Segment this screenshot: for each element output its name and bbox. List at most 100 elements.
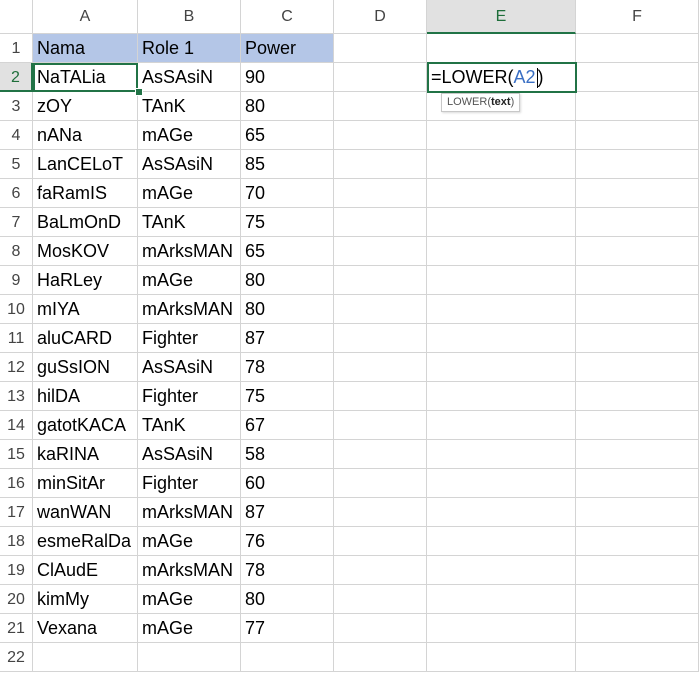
row-header-21[interactable]: 21 (0, 614, 33, 643)
cell-E13[interactable] (427, 382, 576, 411)
cell-F5[interactable] (576, 150, 699, 179)
cell-C4[interactable]: 65 (241, 121, 334, 150)
cell-B7[interactable]: TAnK (138, 208, 241, 237)
cell-E20[interactable] (427, 585, 576, 614)
cell-B19[interactable]: mArksMAN (138, 556, 241, 585)
row-header-5[interactable]: 5 (0, 150, 33, 179)
cell-B9[interactable]: mAGe (138, 266, 241, 295)
cell-A12[interactable]: guSsION (33, 353, 138, 382)
column-header-c[interactable]: C (241, 0, 334, 34)
cell-A2[interactable]: NaTALia (33, 63, 138, 92)
cell-D13[interactable] (334, 382, 427, 411)
cell-B8[interactable]: mArksMAN (138, 237, 241, 266)
cell-F10[interactable] (576, 295, 699, 324)
cell-C5[interactable]: 85 (241, 150, 334, 179)
cell-C10[interactable]: 80 (241, 295, 334, 324)
cell-B17[interactable]: mArksMAN (138, 498, 241, 527)
cell-E14[interactable] (427, 411, 576, 440)
column-header-f[interactable]: F (576, 0, 699, 34)
cell-B6[interactable]: mAGe (138, 179, 241, 208)
cell-D12[interactable] (334, 353, 427, 382)
cell-C12[interactable]: 78 (241, 353, 334, 382)
column-header-a[interactable]: A (33, 0, 138, 34)
cell-D10[interactable] (334, 295, 427, 324)
row-header-1[interactable]: 1 (0, 34, 33, 63)
cell-B2[interactable]: AsSAsiN (138, 63, 241, 92)
cell-C22[interactable] (241, 643, 334, 672)
cell-A9[interactable]: HaRLey (33, 266, 138, 295)
cell-D8[interactable] (334, 237, 427, 266)
cell-D1[interactable] (334, 34, 427, 63)
cell-E2-formula-editor[interactable]: =LOWER(A2) (427, 62, 577, 93)
cell-C20[interactable]: 80 (241, 585, 334, 614)
cell-C15[interactable]: 58 (241, 440, 334, 469)
cell-D11[interactable] (334, 324, 427, 353)
row-header-7[interactable]: 7 (0, 208, 33, 237)
cell-A11[interactable]: aluCARD (33, 324, 138, 353)
cell-E5[interactable] (427, 150, 576, 179)
cell-A10[interactable]: mIYA (33, 295, 138, 324)
cell-D16[interactable] (334, 469, 427, 498)
cell-F21[interactable] (576, 614, 699, 643)
cell-E22[interactable] (427, 643, 576, 672)
cell-A5[interactable]: LanCELoT (33, 150, 138, 179)
cell-B15[interactable]: AsSAsiN (138, 440, 241, 469)
cell-C18[interactable]: 76 (241, 527, 334, 556)
cell-F16[interactable] (576, 469, 699, 498)
cell-E16[interactable] (427, 469, 576, 498)
cell-E15[interactable] (427, 440, 576, 469)
cell-D20[interactable] (334, 585, 427, 614)
cell-B4[interactable]: mAGe (138, 121, 241, 150)
row-header-22[interactable]: 22 (0, 643, 33, 672)
cell-E10[interactable] (427, 295, 576, 324)
row-header-6[interactable]: 6 (0, 179, 33, 208)
cell-B12[interactable]: AsSAsiN (138, 353, 241, 382)
cell-A15[interactable]: kaRINA (33, 440, 138, 469)
cell-F8[interactable] (576, 237, 699, 266)
cell-A3[interactable]: zOY (33, 92, 138, 121)
cell-B1[interactable]: Role 1 (138, 34, 241, 63)
cell-F19[interactable] (576, 556, 699, 585)
cell-A8[interactable]: MosKOV (33, 237, 138, 266)
cell-A22[interactable] (33, 643, 138, 672)
cell-D17[interactable] (334, 498, 427, 527)
cell-F3[interactable] (576, 92, 699, 121)
cell-B5[interactable]: AsSAsiN (138, 150, 241, 179)
row-header-11[interactable]: 11 (0, 324, 33, 353)
cell-C8[interactable]: 65 (241, 237, 334, 266)
cell-A17[interactable]: wanWAN (33, 498, 138, 527)
cell-C14[interactable]: 67 (241, 411, 334, 440)
cell-F15[interactable] (576, 440, 699, 469)
cell-F4[interactable] (576, 121, 699, 150)
cell-E21[interactable] (427, 614, 576, 643)
cell-D21[interactable] (334, 614, 427, 643)
cell-C6[interactable]: 70 (241, 179, 334, 208)
cell-B13[interactable]: Fighter (138, 382, 241, 411)
cell-E19[interactable] (427, 556, 576, 585)
cell-F14[interactable] (576, 411, 699, 440)
cell-A7[interactable]: BaLmOnD (33, 208, 138, 237)
cell-B10[interactable]: mArksMAN (138, 295, 241, 324)
row-header-9[interactable]: 9 (0, 266, 33, 295)
cell-A16[interactable]: minSitAr (33, 469, 138, 498)
column-header-e[interactable]: E (427, 0, 576, 34)
row-header-3[interactable]: 3 (0, 92, 33, 121)
cell-E8[interactable] (427, 237, 576, 266)
cell-C11[interactable]: 87 (241, 324, 334, 353)
cell-E12[interactable] (427, 353, 576, 382)
cell-D5[interactable] (334, 150, 427, 179)
cell-D6[interactable] (334, 179, 427, 208)
cell-D15[interactable] (334, 440, 427, 469)
row-header-2[interactable]: 2 (0, 63, 33, 92)
cell-C7[interactable]: 75 (241, 208, 334, 237)
cell-C2[interactable]: 90 (241, 63, 334, 92)
cell-E11[interactable] (427, 324, 576, 353)
cell-A1[interactable]: Nama (33, 34, 138, 63)
cell-F6[interactable] (576, 179, 699, 208)
cell-A4[interactable]: nANa (33, 121, 138, 150)
cell-F7[interactable] (576, 208, 699, 237)
cell-A6[interactable]: faRamIS (33, 179, 138, 208)
cell-B22[interactable] (138, 643, 241, 672)
cell-B16[interactable]: Fighter (138, 469, 241, 498)
row-header-17[interactable]: 17 (0, 498, 33, 527)
